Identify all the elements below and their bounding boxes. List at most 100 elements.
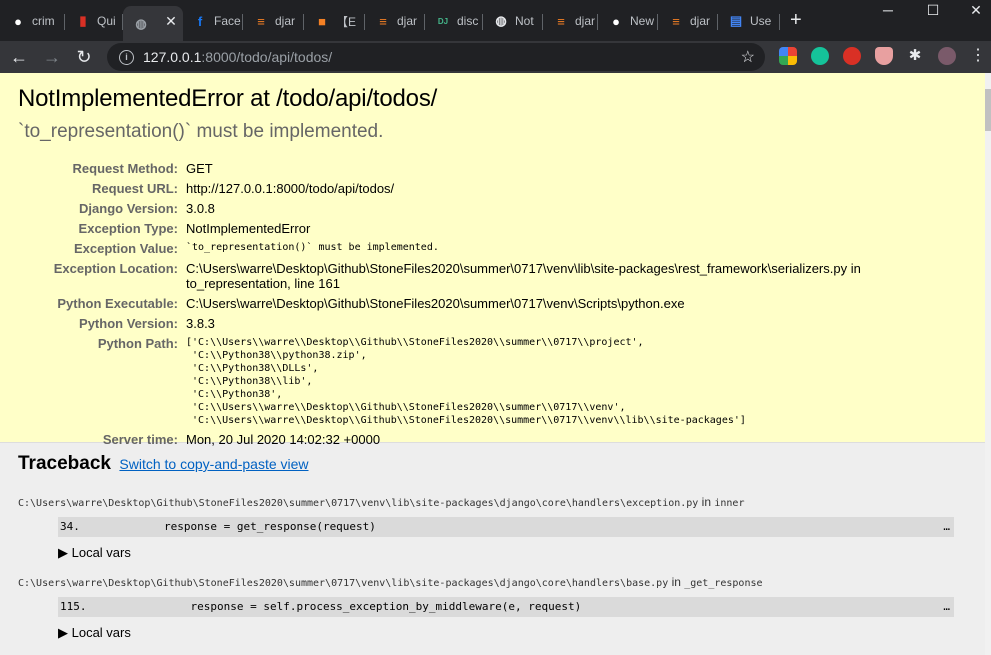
browser-tab[interactable]: ≡ djar [543, 7, 598, 35]
address-bar[interactable]: i 127.0.0.1:8000/todo/api/todos/ ☆ [107, 43, 765, 71]
traceback-title: Traceback [18, 453, 111, 474]
bookmark-star-icon[interactable]: ☆ [741, 47, 755, 67]
globe-icon: ◍ [495, 13, 507, 28]
browser-tab[interactable]: ≡ djar [365, 7, 425, 35]
code-context-line[interactable]: 115. response = self.process_exception_b… [58, 597, 954, 617]
exception-location-value: C:\Users\warre\Desktop\Github\StoneFiles… [186, 261, 861, 291]
stackoverflow-icon: ≡ [557, 13, 565, 29]
code-context-line[interactable]: 34. response = get_response(request) … [58, 517, 954, 537]
github-icon: ● [612, 13, 620, 29]
frame-function: inner [714, 498, 745, 509]
local-vars-toggle[interactable]: ▶ Local vars [58, 545, 971, 561]
adblock-extension-icon[interactable] [843, 47, 861, 65]
tab-label: Qui [97, 14, 116, 28]
djs-icon: DJ [437, 16, 449, 26]
request-url-value: http://127.0.0.1:8000/todo/api/todos/ [186, 181, 395, 196]
meta-row: Python Version: 3.8.3 [18, 314, 876, 334]
request-meta-table: Request Method: GET Request URL: http://… [18, 159, 876, 450]
meta-row: Request Method: GET [18, 159, 876, 179]
forward-button[interactable]: → [41, 45, 63, 69]
django-error-page: NotImplementedError at /todo/api/todos/ … [0, 73, 991, 655]
profile-avatar[interactable] [938, 47, 956, 65]
shield-extension-icon[interactable] [875, 47, 893, 65]
line-number: 115. [60, 600, 87, 613]
python-path-value: ['C:\\Users\\warre\\Desktop\\Github\\Sto… [186, 337, 746, 426]
page-title: NotImplementedError at /todo/api/todos/ [18, 85, 438, 112]
browser-tab[interactable]: DJ disc [425, 7, 483, 35]
close-window-icon[interactable]: ✕ [966, 2, 986, 19]
meta-label: Exception Value: [73, 241, 178, 256]
request-method-value: GET [186, 161, 213, 176]
info-icon[interactable]: i [119, 49, 134, 65]
meta-row: Exception Type: NotImplementedError [18, 219, 876, 239]
back-button[interactable]: ← [8, 45, 30, 69]
browser-tab[interactable]: ◍ Not [483, 7, 543, 35]
tab-label: djar [575, 14, 596, 28]
stackoverflow-icon: ≡ [672, 13, 680, 29]
meta-row: Python Executable: C:\Users\warre\Deskto… [18, 294, 876, 314]
expand-context-icon[interactable]: … [943, 597, 950, 617]
box-icon: ■ [318, 13, 326, 29]
url-text[interactable]: 127.0.0.1:8000/todo/api/todos/ [143, 49, 332, 65]
tab-label: Face [214, 14, 241, 28]
stackoverflow-icon: ≡ [379, 13, 387, 29]
minimize-window-icon[interactable]: ─ [878, 2, 898, 18]
tab-label: Use [750, 14, 772, 28]
meta-label: Exception Location: [53, 261, 178, 276]
browser-tab[interactable]: ≡ djar [243, 7, 304, 35]
browser-tab[interactable]: ▤ Use [718, 7, 780, 35]
error-summary: NotImplementedError at /todo/api/todos/ … [0, 73, 991, 447]
meta-label: Django Version: [79, 201, 178, 216]
color-picker-extension-icon[interactable] [779, 47, 797, 65]
exception-type-value: NotImplementedError [186, 221, 311, 236]
globe-icon: ◍ [135, 15, 147, 31]
traceback-section: Traceback Switch to copy-and-paste view … [0, 443, 991, 655]
github-icon: ● [14, 13, 22, 29]
browser-tab[interactable]: ▮ Qui [65, 7, 123, 35]
frame-in-word: in [671, 575, 681, 589]
meta-label: Python Executable: [57, 296, 178, 311]
meta-label: Python Version: [79, 316, 178, 331]
browser-tab[interactable]: ≡ djar [658, 7, 718, 35]
browser-tab[interactable]: ● New [598, 7, 658, 35]
page-scrollbar[interactable] [985, 73, 991, 655]
browser-toolbar: ← → ↻ i 127.0.0.1:8000/todo/api/todos/ ☆… [0, 41, 991, 73]
meta-row: Django Version: 3.0.8 [18, 199, 876, 219]
frame-in-word: in [701, 495, 712, 509]
grammarly-extension-icon[interactable] [811, 47, 829, 65]
reload-button[interactable]: ↻ [73, 45, 95, 69]
expand-context-icon[interactable]: … [943, 517, 950, 537]
meta-label: Request URL: [92, 181, 178, 196]
frame-file-path: C:\Users\warre\Desktop\Github\StoneFiles… [18, 498, 699, 509]
local-vars-toggle[interactable]: ▶ Local vars [58, 625, 971, 641]
new-tab-button[interactable]: + [790, 9, 802, 31]
stackoverflow-icon: ≡ [257, 13, 265, 29]
python-executable-value: C:\Users\warre\Desktop\Github\StoneFiles… [186, 296, 685, 311]
tab-label: disc [457, 14, 479, 28]
close-tab-icon[interactable]: ✕ [163, 13, 179, 29]
code-text: response = get_response(request) [164, 520, 376, 533]
frame-file-path: C:\Users\warre\Desktop\Github\StoneFiles… [18, 578, 669, 589]
maximize-window-icon[interactable]: ☐ [923, 2, 943, 19]
tab-label: 【E [336, 14, 357, 29]
meta-row: Exception Location: C:\Users\warre\Deskt… [18, 259, 876, 294]
browser-tab[interactable]: ■ 【E [304, 7, 365, 35]
line-number: 34. [60, 520, 80, 533]
browser-tab[interactable]: f Face [182, 7, 243, 35]
django-version-value: 3.0.8 [186, 201, 215, 216]
browser-tab[interactable]: ● crim [0, 7, 65, 35]
meta-row: Request URL: http://127.0.0.1:8000/todo/… [18, 179, 876, 199]
tab-separator [779, 14, 780, 30]
meta-label: Exception Type: [78, 221, 178, 236]
docs-icon: ▤ [729, 13, 743, 28]
meta-label: Request Method: [72, 161, 178, 176]
frame-file: C:\Users\warre\Desktop\Github\StoneFiles… [18, 575, 971, 589]
extensions-puzzle-icon[interactable]: ✱ [906, 47, 924, 65]
switch-view-link[interactable]: Switch to copy-and-paste view [119, 456, 308, 472]
browser-menu-icon[interactable]: ⋮ [970, 47, 986, 65]
exception-message: `to_representation()` must be implemente… [18, 121, 384, 142]
scrollbar-thumb[interactable] [985, 89, 991, 131]
exception-value: `to_representation()` must be implemente… [186, 242, 439, 253]
tab-label: New [630, 14, 655, 28]
tab-label: djar [275, 14, 296, 28]
